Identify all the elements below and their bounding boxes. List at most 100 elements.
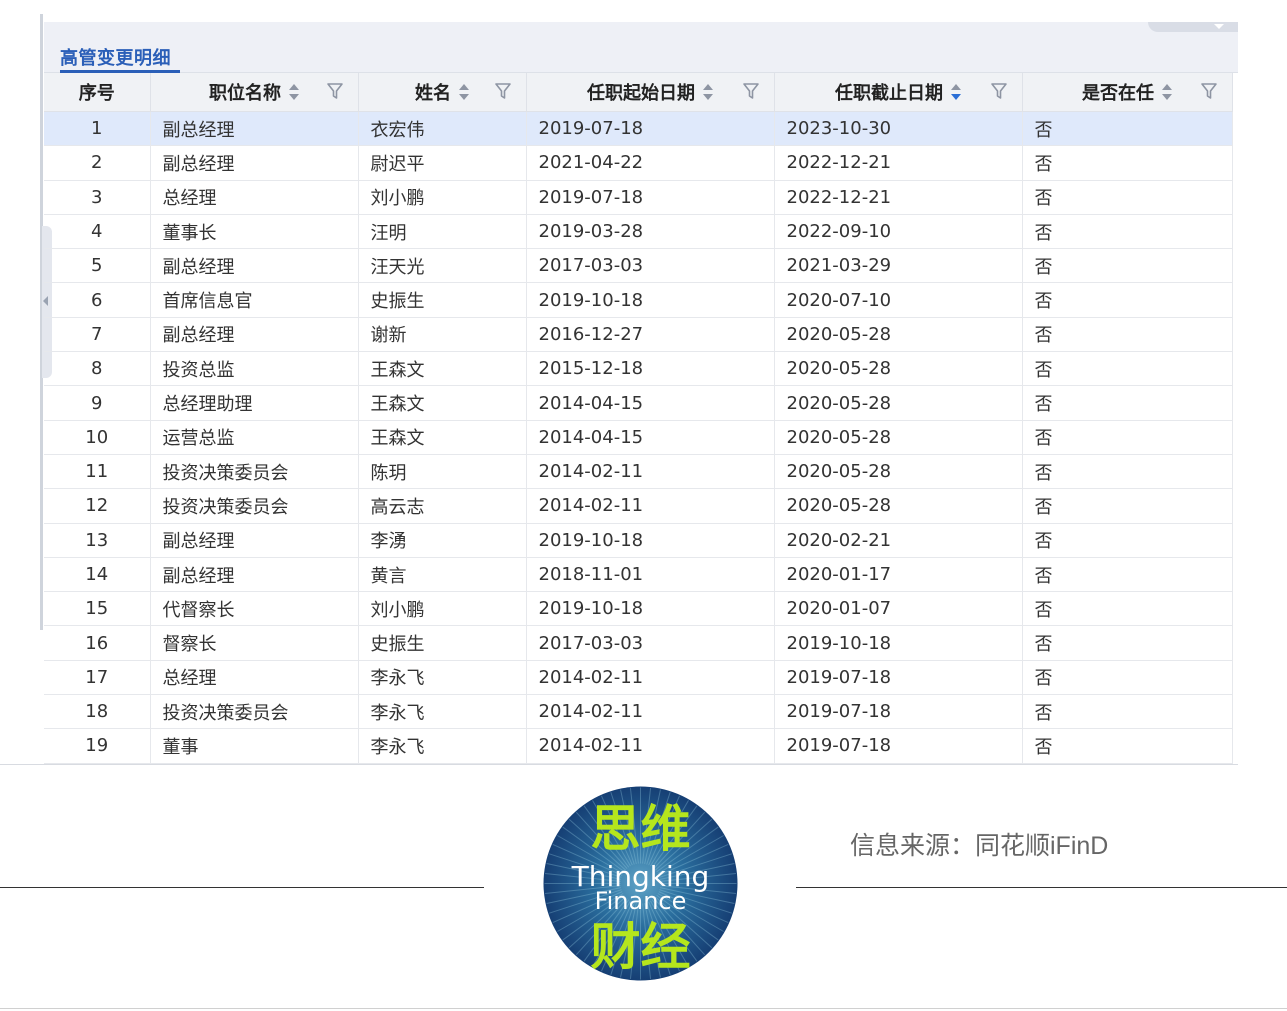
cell-name: 李永飞 [358, 694, 527, 730]
thingking-finance-logo: 思维 Thingking Finance 财经 [543, 786, 738, 981]
table-body: 1 副总经理 衣宏伟 2019-07-18 2023-10-30 否 2 副总经理 尉迟平 202… [44, 111, 1233, 764]
table-row[interactable]: 7 副总经理 谢新 2016-12-27 2020-05-28 否 [44, 317, 1233, 353]
table-row[interactable]: 1 副总经理 衣宏伟 2019-07-18 2023-10-30 否 [44, 111, 1233, 147]
table-row[interactable]: 17 总经理 李永飞 2014-02-11 2019-07-18 否 [44, 660, 1233, 696]
cell-no: 13 [44, 523, 151, 558]
column-header-start[interactable]: 任职起始日期 [526, 73, 775, 112]
tab-executive-changes[interactable]: 高管变更明细 [60, 44, 171, 70]
sort-icon[interactable] [1162, 82, 1172, 102]
filter-icon[interactable] [326, 82, 344, 100]
cell-name: 史振生 [358, 282, 527, 318]
table-row[interactable]: 10 运营总监 王森文 2014-04-15 2020-05-28 否 [44, 420, 1233, 455]
cell-end: 2020-05-28 [774, 317, 1023, 353]
table-row[interactable]: 14 副总经理 黄言 2018-11-01 2020-01-17 否 [44, 557, 1233, 593]
cell-end: 2019-07-18 [774, 694, 1023, 730]
cell-current: 否 [1022, 351, 1233, 387]
cell-end: 2022-09-10 [774, 214, 1023, 250]
cell-position: 副总经理 [150, 145, 359, 181]
tab-menu-button[interactable] [1148, 22, 1238, 32]
data-panel: 高管变更明细 序号 职位名称 姓名 任职起始日期 任职截止日期 是否在任 1 副总经理 衣宏伟… [40, 14, 1238, 765]
cell-end: 2020-05-28 [774, 351, 1023, 387]
cell-start: 2019-10-18 [526, 523, 775, 558]
cell-position: 督察长 [150, 625, 359, 661]
cell-name: 李永飞 [358, 660, 527, 696]
footer-divider-right [796, 887, 1287, 888]
cell-end: 2020-05-28 [774, 488, 1023, 524]
sort-icon[interactable] [951, 82, 961, 102]
table-row[interactable]: 15 代督察长 刘小鹏 2019-10-18 2020-01-07 否 [44, 591, 1233, 627]
column-header-position[interactable]: 职位名称 [150, 73, 359, 112]
cell-end: 2022-12-21 [774, 145, 1023, 181]
cell-name: 谢新 [358, 317, 527, 353]
cell-position: 副总经理 [150, 248, 359, 284]
cell-no: 8 [44, 351, 151, 387]
cell-name: 刘小鹏 [358, 180, 527, 215]
table-row[interactable]: 18 投资决策委员会 李永飞 2014-02-11 2019-07-18 否 [44, 694, 1233, 730]
cell-start: 2014-02-11 [526, 694, 775, 730]
cell-no: 19 [44, 728, 151, 764]
cell-no: 9 [44, 385, 151, 421]
column-header-label: 任职截止日期 [835, 83, 943, 104]
cell-position: 董事 [150, 728, 359, 764]
cell-position: 投资总监 [150, 351, 359, 387]
cell-position: 副总经理 [150, 111, 359, 147]
table-header: 序号 职位名称 姓名 任职起始日期 任职截止日期 是否在任 [44, 73, 1233, 112]
sort-icon[interactable] [289, 82, 299, 102]
cell-current: 否 [1022, 385, 1233, 421]
cell-current: 否 [1022, 488, 1233, 524]
cell-start: 2018-11-01 [526, 557, 775, 593]
cell-name: 王森文 [358, 385, 527, 421]
footer-divider-left [0, 887, 484, 888]
table-row[interactable]: 13 副总经理 李湧 2019-10-18 2020-02-21 否 [44, 523, 1233, 558]
table-row[interactable]: 3 总经理 刘小鹏 2019-07-18 2022-12-21 否 [44, 180, 1233, 215]
cell-name: 陈玥 [358, 454, 527, 490]
cell-start: 2014-04-15 [526, 385, 775, 421]
table-row[interactable]: 8 投资总监 王森文 2015-12-18 2020-05-28 否 [44, 351, 1233, 387]
cell-no: 2 [44, 145, 151, 181]
cell-current: 否 [1022, 420, 1233, 455]
cell-start: 2014-02-11 [526, 728, 775, 764]
table-row[interactable]: 5 副总经理 汪天光 2017-03-03 2021-03-29 否 [44, 248, 1233, 284]
cell-no: 5 [44, 248, 151, 284]
column-header-name[interactable]: 姓名 [358, 73, 527, 112]
cell-start: 2017-03-03 [526, 248, 775, 284]
table-row[interactable]: 9 总经理助理 王森文 2014-04-15 2020-05-28 否 [44, 385, 1233, 421]
source-caption: 信息来源：同花顺iFinD [850, 832, 1109, 860]
table-row[interactable]: 11 投资决策委员会 陈玥 2014-02-11 2020-05-28 否 [44, 454, 1233, 490]
cell-position: 副总经理 [150, 523, 359, 558]
sort-icon[interactable] [703, 82, 713, 102]
table-row[interactable]: 16 督察长 史振生 2017-03-03 2019-10-18 否 [44, 625, 1233, 661]
table-row[interactable]: 4 董事长 汪明 2019-03-28 2022-09-10 否 [44, 214, 1233, 250]
table-row[interactable]: 19 董事 李永飞 2014-02-11 2019-07-18 否 [44, 728, 1233, 764]
cell-current: 否 [1022, 694, 1233, 730]
table-row[interactable]: 12 投资决策委员会 高云志 2014-02-11 2020-05-28 否 [44, 488, 1233, 524]
column-header-label: 职位名称 [209, 83, 281, 104]
executive-table: 序号 职位名称 姓名 任职起始日期 任职截止日期 是否在任 1 副总经理 衣宏伟 2019-07… [44, 73, 1233, 764]
filter-icon[interactable] [742, 82, 760, 100]
cell-start: 2014-02-11 [526, 454, 775, 490]
column-header-no[interactable]: 序号 [44, 73, 151, 112]
cell-current: 否 [1022, 111, 1233, 147]
cell-end: 2020-01-17 [774, 557, 1023, 593]
cell-name: 衣宏伟 [358, 111, 527, 147]
cell-no: 12 [44, 488, 151, 524]
cell-current: 否 [1022, 180, 1233, 215]
table-row[interactable]: 2 副总经理 尉迟平 2021-04-22 2022-12-21 否 [44, 145, 1233, 181]
cell-position: 投资决策委员会 [150, 694, 359, 730]
cell-name: 高云志 [358, 488, 527, 524]
cell-position: 运营总监 [150, 420, 359, 455]
filter-icon[interactable] [1200, 82, 1218, 100]
column-header-end[interactable]: 任职截止日期 [774, 73, 1023, 112]
sort-icon[interactable] [459, 82, 469, 102]
column-header-label: 任职起始日期 [587, 83, 695, 104]
cell-end: 2020-01-07 [774, 591, 1023, 627]
filter-icon[interactable] [494, 82, 512, 100]
column-header-current[interactable]: 是否在任 [1022, 73, 1233, 112]
cell-no: 3 [44, 180, 151, 215]
table-row[interactable]: 6 首席信息官 史振生 2019-10-18 2020-07-10 否 [44, 282, 1233, 318]
filter-icon[interactable] [990, 82, 1008, 100]
cell-position: 投资决策委员会 [150, 488, 359, 524]
cell-no: 16 [44, 625, 151, 661]
column-header-label: 序号 [78, 83, 115, 104]
cell-current: 否 [1022, 317, 1233, 353]
